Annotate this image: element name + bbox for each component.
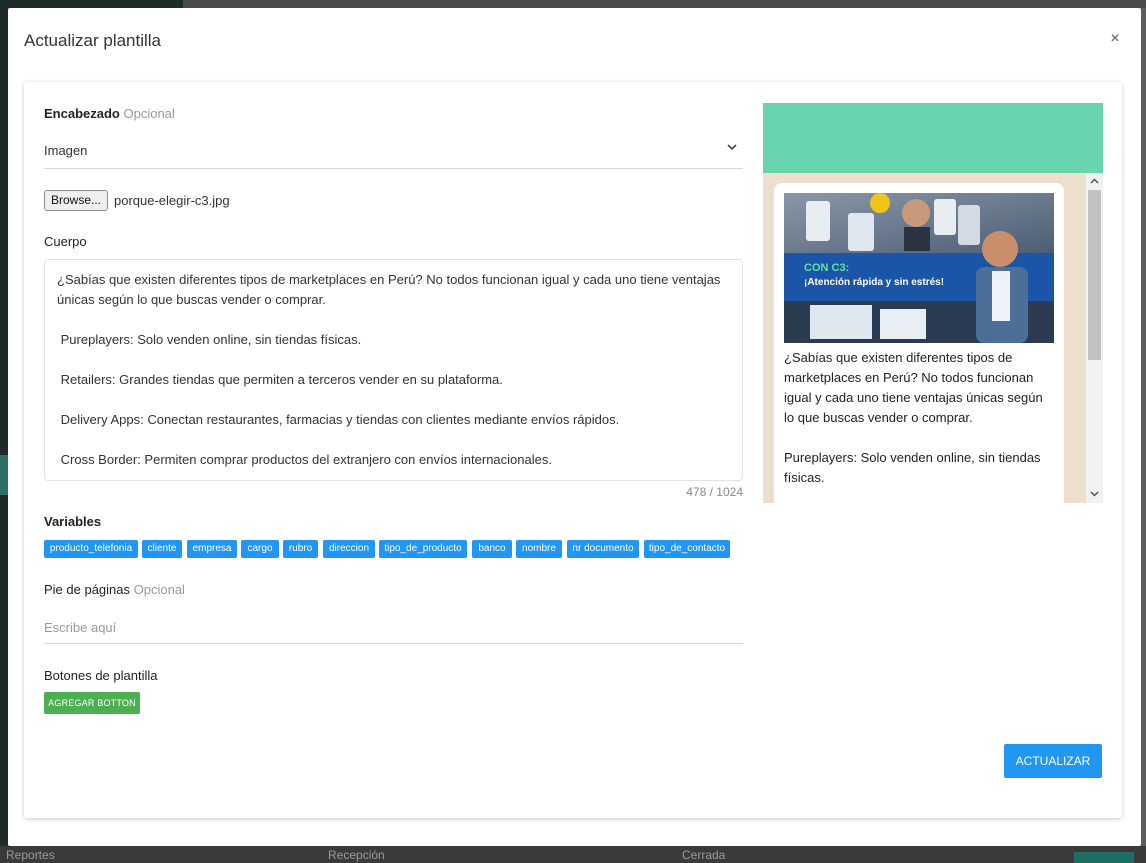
character-counter: 478 / 1024 xyxy=(686,485,743,499)
background-cell: Cerrada xyxy=(682,848,726,862)
preview-scroll-thumb[interactable] xyxy=(1088,190,1101,360)
preview-message-text: ¿Sabías que existen diferentes tipos de … xyxy=(784,350,1043,485)
header-section-label: Encabezado Opcional xyxy=(44,106,175,121)
variables-label-text: Variables xyxy=(44,514,102,529)
header-type-value: Imagen xyxy=(44,143,88,158)
update-button[interactable]: ACTUALIZAR xyxy=(1004,744,1102,778)
background-footer-row xyxy=(0,846,1146,863)
promo-image-line-1: CON C3: xyxy=(804,262,849,274)
background-topbar xyxy=(183,0,1146,8)
close-icon[interactable]: × xyxy=(1104,28,1126,50)
template-buttons-label: Botones de plantilla xyxy=(44,668,158,683)
variable-chip[interactable]: empresa xyxy=(187,540,237,558)
footer-input[interactable]: Escribe aquí xyxy=(44,614,743,644)
background-sidebar-active-item xyxy=(0,455,8,495)
header-label: Encabezado xyxy=(44,106,120,121)
body-textarea[interactable]: ¿Sabías que existen diferentes tipos de … xyxy=(44,259,743,481)
scroll-down-icon[interactable] xyxy=(1089,488,1100,499)
variable-chip[interactable]: rubro xyxy=(283,540,318,558)
footer-section-label: Pie de páginas Opcional xyxy=(44,582,185,597)
footer-placeholder: Escribe aquí xyxy=(44,620,117,635)
header-type-select[interactable]: Imagen xyxy=(44,132,743,169)
background-button xyxy=(1074,852,1134,863)
variable-chip[interactable]: nombre xyxy=(516,540,562,558)
background-menu-item-reportes: Reportes xyxy=(6,848,55,862)
browse-button[interactable]: Browse... xyxy=(44,190,108,211)
whatsapp-preview: CON C3: ¡Atención rápida y sin estrés! ¿… xyxy=(763,103,1103,503)
preview-header-image: CON C3: ¡Atención rápida y sin estrés! xyxy=(784,193,1054,343)
preview-scrollbar[interactable] xyxy=(1086,173,1103,503)
template-form-card: Encabezado Opcional Imagen Browse... por… xyxy=(24,82,1122,818)
variable-chip[interactable]: producto_telefonia xyxy=(44,540,138,558)
chevron-down-icon xyxy=(727,144,737,151)
footer-label: Pie de páginas xyxy=(44,582,131,597)
variable-chip[interactable]: direccion xyxy=(323,540,375,558)
background-cell: Recepción xyxy=(328,848,385,862)
header-optional-label: Opcional xyxy=(123,106,175,121)
preview-header xyxy=(763,103,1103,173)
body-label: Cuerpo xyxy=(44,234,87,249)
variable-chip[interactable]: cliente xyxy=(142,540,182,558)
update-template-modal: Actualizar plantilla × Encabezado Opcion… xyxy=(8,8,1141,846)
selected-filename: porque-elegir-c3.jpg xyxy=(114,193,230,208)
add-button[interactable]: AGREGAR BOTTON xyxy=(44,692,140,714)
preview-message-bubble: CON C3: ¡Atención rápida y sin estrés! ¿… xyxy=(774,183,1064,503)
variable-chip[interactable]: tipo_de_contacto xyxy=(644,540,730,558)
scroll-up-icon[interactable] xyxy=(1089,176,1100,187)
variable-chip[interactable]: banco xyxy=(472,540,512,558)
variable-chip[interactable]: nr documento xyxy=(567,540,639,558)
variable-chip[interactable]: cargo xyxy=(241,540,279,558)
footer-optional-label: Opcional xyxy=(133,582,185,597)
variable-chip[interactable]: tipo_de_producto xyxy=(379,540,467,558)
promo-image: CON C3: ¡Atención rápida y sin estrés! xyxy=(784,193,1054,343)
modal-title: Actualizar plantilla xyxy=(24,31,162,50)
variables-label: Variables xyxy=(44,514,101,529)
promo-image-line-2: ¡Atención rápida y sin estrés! xyxy=(804,277,944,288)
